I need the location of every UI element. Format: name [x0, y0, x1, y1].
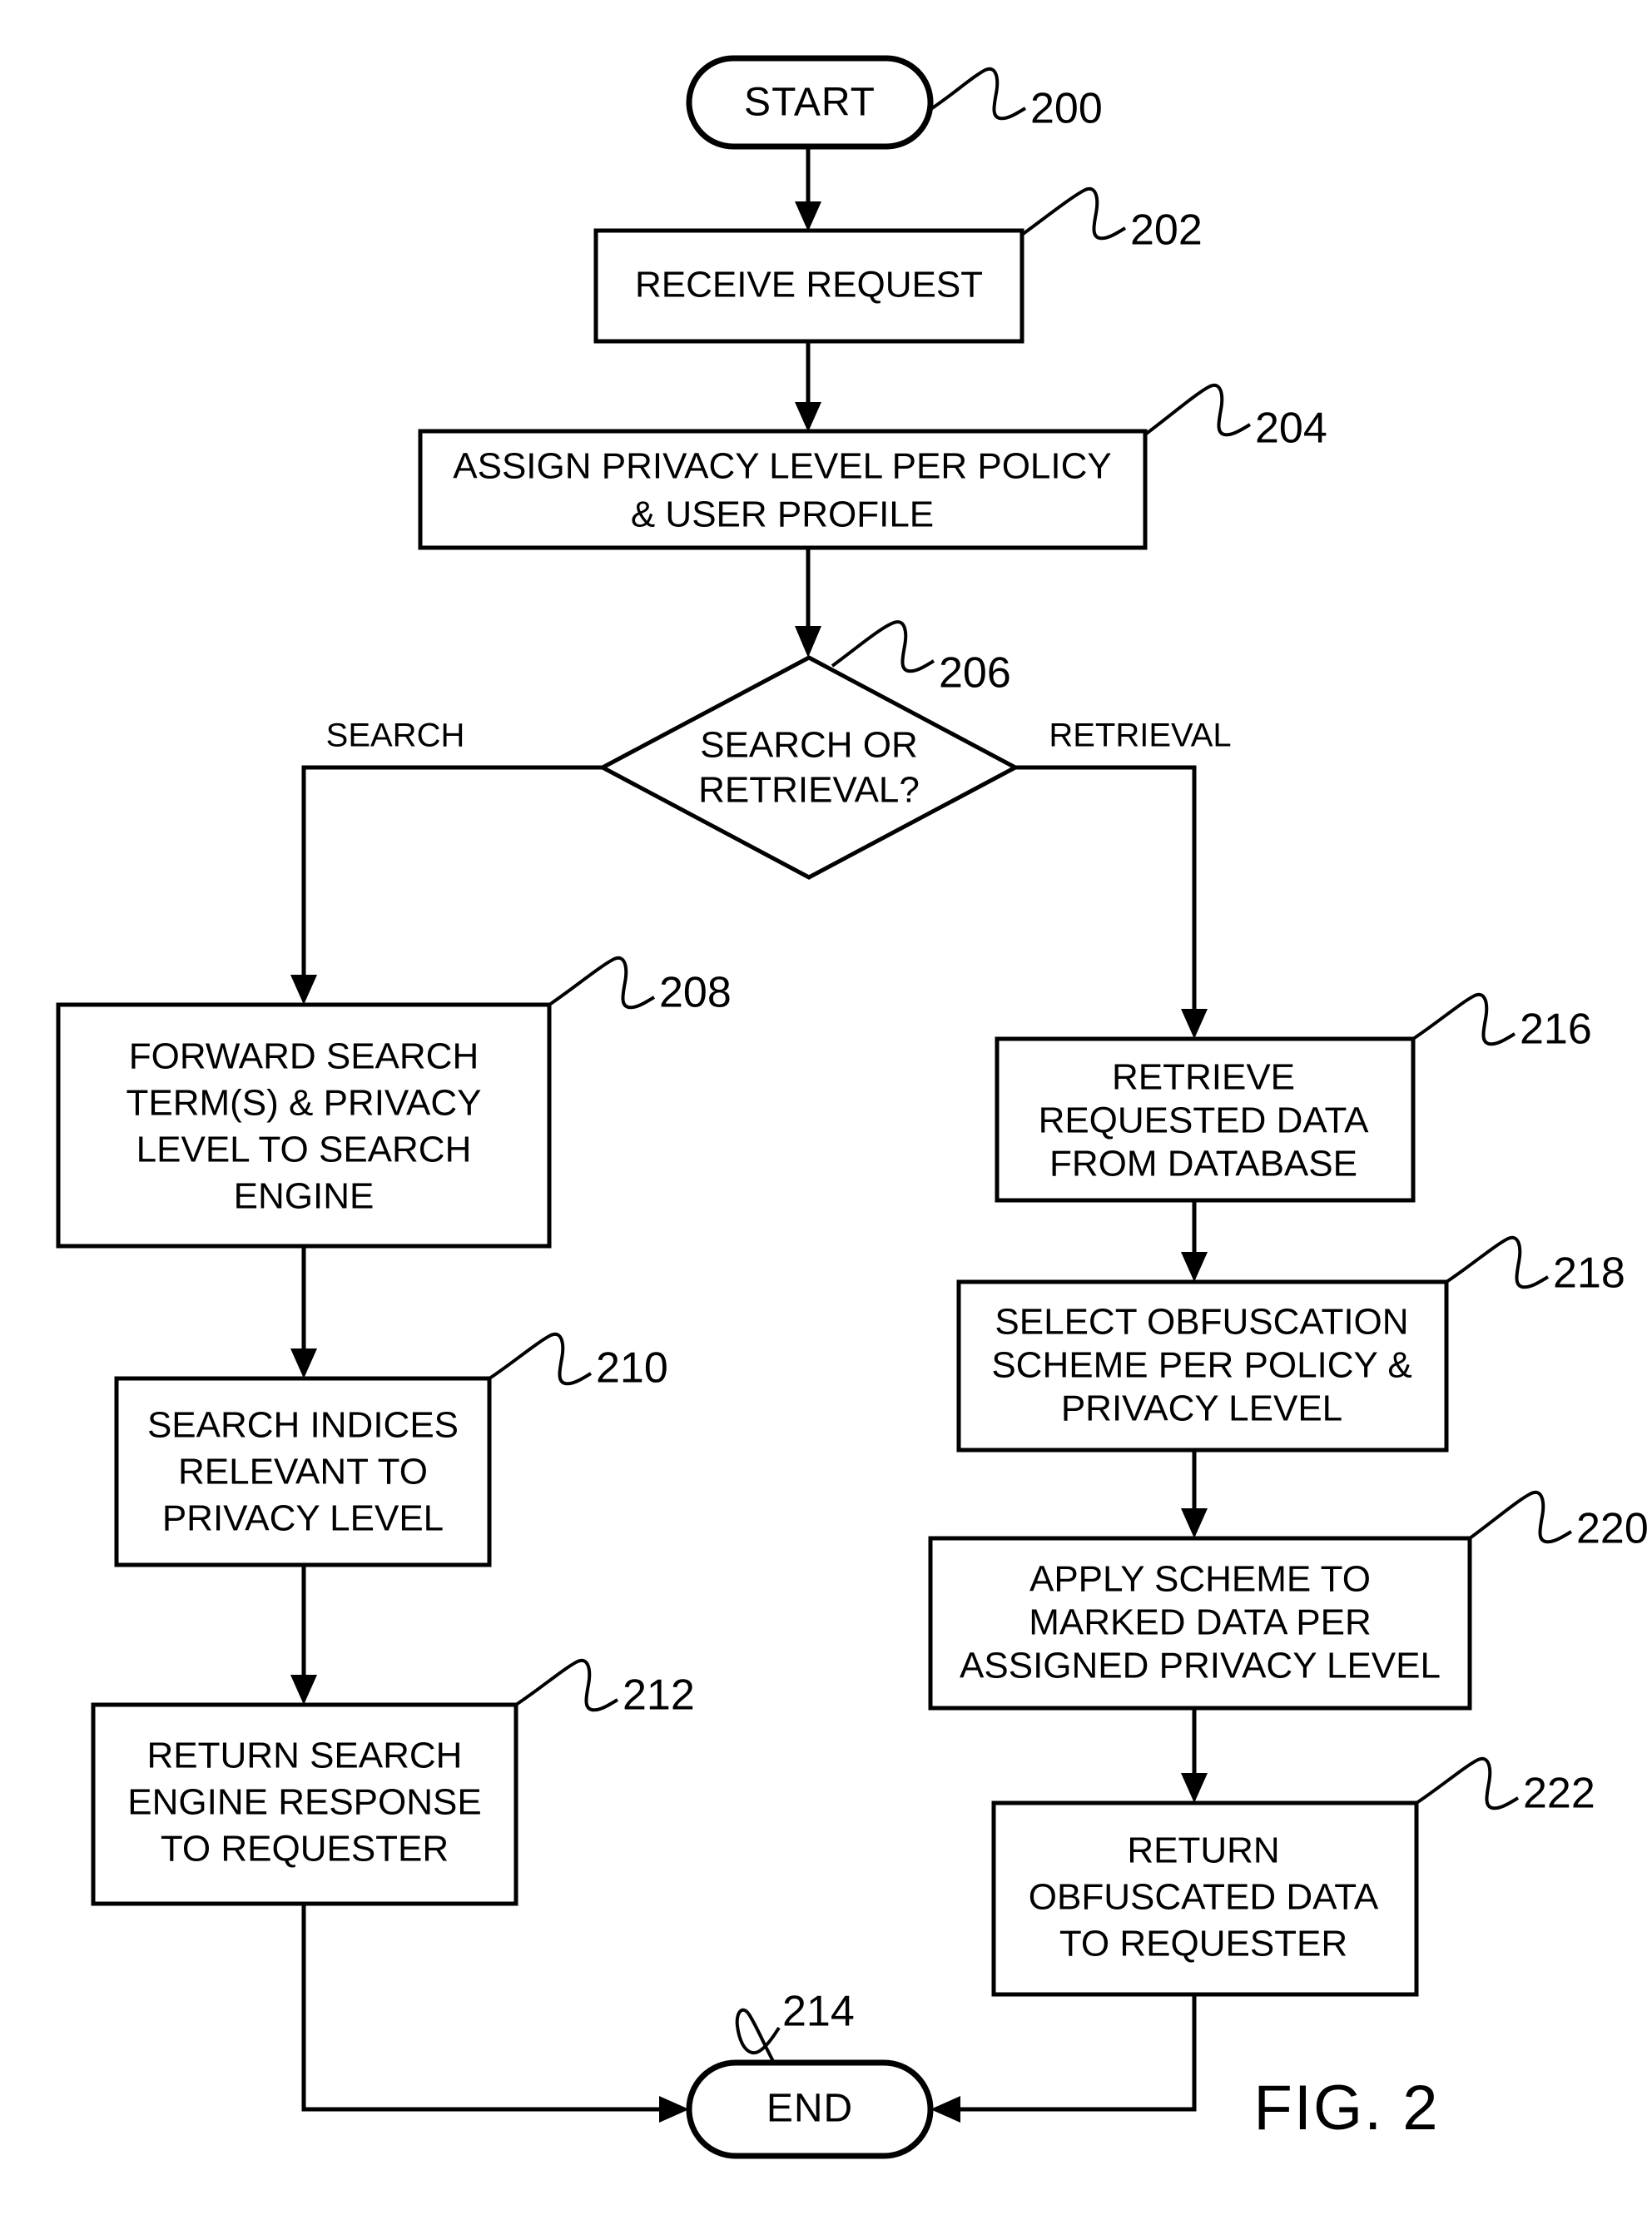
arrowhead-210: [290, 1348, 317, 1378]
forward-search-terms-label-line-3: ENGINE: [234, 1176, 375, 1217]
decision-label-line-0: SEARCH OR: [700, 725, 918, 766]
node-receive-request[interactable]: RECEIVE REQUEST: [593, 228, 1024, 344]
apply-scheme-label-line-1: MARKED DATA PER: [1029, 1602, 1372, 1643]
figure-caption: FIG. 2: [1253, 2073, 1439, 2143]
arrowhead-208: [290, 975, 317, 1005]
arrowhead-218: [1181, 1252, 1208, 1282]
leader-210: [488, 1332, 593, 1386]
apply-scheme-label-line-2: ASSIGNED PRIVACY LEVEL: [960, 1646, 1441, 1686]
search-indices-label-line-2: PRIVACY LEVEL: [162, 1498, 444, 1539]
ref-number-206: 206: [939, 649, 1011, 698]
leader-212: [514, 1658, 619, 1712]
decision-label-line-1: RETRIEVAL?: [698, 770, 920, 811]
return-search-response-label-line-0: RETURN SEARCH: [147, 1736, 463, 1776]
search-indices-label-line-1: RELEVANT TO: [178, 1452, 428, 1492]
assign-privacy-level-label-line-1: & USER PROFILE: [631, 494, 934, 535]
connector-222-to-end: [954, 1994, 1197, 2112]
ref-number-200: 200: [1030, 85, 1103, 133]
return-search-response-label-line-2: TO REQUESTER: [161, 1829, 449, 1870]
retrieve-data-label-line-2: FROM DATABASE: [1049, 1144, 1357, 1184]
node-apply-scheme[interactable]: APPLY SCHEME TO MARKED DATA PER ASSIGNED…: [928, 1536, 1472, 1711]
leader-220: [1468, 1490, 1573, 1544]
branch-label-search: SEARCH: [326, 718, 465, 754]
patent-figure: START 200 RECEIVE REQUEST 202 ASSIGN PRI…: [0, 0, 1652, 2220]
ref-number-222: 222: [1523, 1770, 1595, 1818]
return-obfuscated-data-label-line-1: OBFUSCATED DATA: [1029, 1877, 1379, 1918]
arrowhead-202: [795, 201, 821, 231]
forward-search-terms-label-line-0: FORWARD SEARCH: [129, 1036, 479, 1077]
node-forward-search-terms[interactable]: FORWARD SEARCH TERM(S) & PRIVACY LEVEL T…: [56, 1002, 552, 1249]
ref-number-216: 216: [1520, 1006, 1592, 1054]
arrowhead-206: [795, 626, 821, 658]
leader-216: [1411, 992, 1516, 1046]
ref-number-218: 218: [1553, 1249, 1625, 1298]
arrowhead-216: [1181, 1009, 1208, 1039]
select-obfuscation-scheme-label-line-2: PRIVACY LEVEL: [1061, 1388, 1342, 1429]
ref-number-210: 210: [596, 1344, 668, 1393]
leader-218: [1445, 1235, 1550, 1289]
arrowhead-220: [1181, 1508, 1208, 1538]
leader-200: [920, 67, 1027, 121]
assign-privacy-level-label-line-0: ASSIGN PRIVACY LEVEL PER POLICY: [453, 446, 1111, 487]
arrowhead-end-left: [659, 2096, 689, 2123]
ref-number-208: 208: [659, 969, 732, 1017]
search-indices-label-line-0: SEARCH INDICES: [147, 1405, 459, 1446]
flowchart-canvas: START 200 RECEIVE REQUEST 202 ASSIGN PRI…: [56, 55, 1649, 2159]
branch-label-retrieval: RETRIEVAL: [1049, 718, 1231, 754]
node-start[interactable]: START: [686, 55, 934, 150]
leader-204: [1144, 383, 1252, 437]
arrowhead-212: [290, 1675, 317, 1705]
arrowhead-end-right: [930, 2096, 960, 2123]
connector-206-retrieval-branch: [1015, 765, 1197, 1017]
node-end[interactable]: END: [686, 2059, 934, 2159]
node-search-indices[interactable]: SEARCH INDICES RELEVANT TO PRIVACY LEVEL: [114, 1376, 492, 1567]
node-retrieve-data[interactable]: RETRIEVE REQUESTED DATA FROM DATABASE: [995, 1036, 1416, 1203]
node-select-obfuscation-scheme[interactable]: SELECT OBFUSCATION SCHEME PER POLICY & P…: [956, 1279, 1449, 1453]
connector-212-to-end: [301, 1904, 666, 2112]
node-return-obfuscated-data[interactable]: RETURN OBFUSCATED DATA TO REQUESTER: [991, 1800, 1419, 1997]
receive-request-label-line-0: RECEIVE REQUEST: [635, 265, 983, 305]
connector-206-search-branch: [301, 765, 603, 982]
select-obfuscation-scheme-label-line-0: SELECT OBFUSCATION: [995, 1302, 1408, 1343]
ref-number-214: 214: [782, 1988, 855, 2036]
node-assign-privacy-level[interactable]: ASSIGN PRIVACY LEVEL PER POLICY & USER P…: [418, 429, 1148, 550]
end-label: END: [766, 2087, 853, 2131]
leader-222: [1415, 1756, 1520, 1810]
forward-search-terms-label-line-1: TERM(S) & PRIVACY: [126, 1083, 481, 1124]
retrieve-data-label-line-0: RETRIEVE: [1112, 1057, 1295, 1098]
return-search-response-label-line-1: ENGINE RESPONSE: [127, 1782, 481, 1823]
apply-scheme-label-line-0: APPLY SCHEME TO: [1029, 1559, 1371, 1600]
arrowhead-222: [1181, 1773, 1208, 1803]
retrieve-data-label-line-1: REQUESTED DATA: [1039, 1100, 1370, 1141]
return-obfuscated-data-label-line-0: RETURN: [1127, 1830, 1279, 1871]
leader-202: [1020, 186, 1127, 241]
ref-number-220: 220: [1576, 1505, 1649, 1553]
forward-search-terms-label-line-2: LEVEL TO SEARCH: [136, 1130, 472, 1170]
leader-208: [548, 956, 656, 1010]
node-return-search-response[interactable]: RETURN SEARCH ENGINE RESPONSE TO REQUEST…: [91, 1702, 518, 1906]
leader-206: [831, 620, 935, 673]
return-obfuscated-data-label-line-2: TO REQUESTER: [1059, 1924, 1347, 1964]
start-label: START: [744, 81, 876, 125]
ref-number-204: 204: [1255, 405, 1327, 453]
select-obfuscation-scheme-label-line-1: SCHEME PER POLICY &: [991, 1345, 1411, 1386]
arrowhead-204: [795, 402, 821, 432]
ref-number-202: 202: [1130, 206, 1203, 255]
leader-214: [735, 2008, 781, 2064]
ref-number-212: 212: [623, 1671, 695, 1720]
